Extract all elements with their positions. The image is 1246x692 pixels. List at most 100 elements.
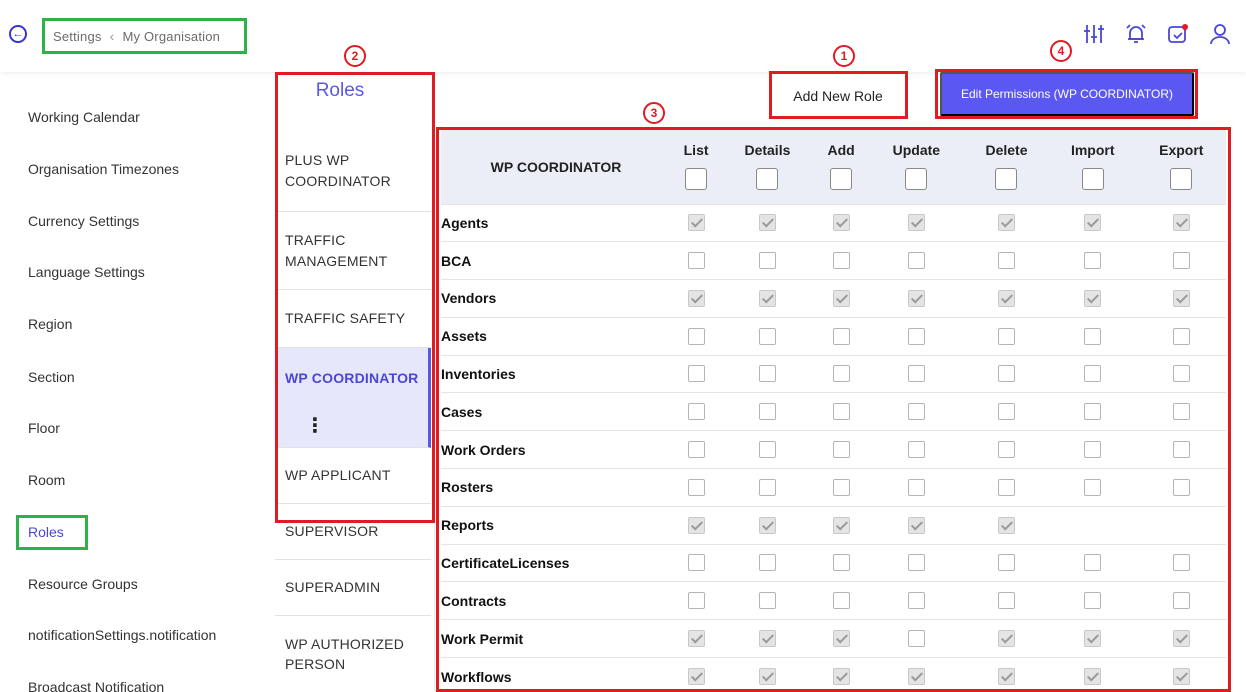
sidebar-item-room[interactable]: Room: [28, 472, 65, 488]
permission-checkbox[interactable]: [1172, 289, 1190, 307]
permission-checkbox[interactable]: [687, 592, 705, 610]
permission-checkbox[interactable]: [907, 592, 925, 610]
permission-checkbox[interactable]: [1084, 327, 1102, 345]
permission-checkbox[interactable]: [997, 667, 1015, 685]
permission-checkbox[interactable]: [907, 667, 925, 685]
select-all-checkbox[interactable]: [1170, 168, 1193, 190]
role-item-supervisor[interactable]: SUPERVISOR: [275, 504, 431, 560]
permission-checkbox[interactable]: [907, 251, 925, 269]
sidebar-item-organisation-timezones[interactable]: Organisation Timezones: [28, 161, 179, 177]
role-item-plus-wp-coordinator[interactable]: PLUS WP COORDINATOR: [275, 130, 431, 212]
select-all-checkbox[interactable]: [830, 168, 853, 190]
permission-checkbox[interactable]: [997, 251, 1015, 269]
sidebar-item-region[interactable]: Region: [28, 316, 72, 332]
kebab-menu-icon[interactable]: ⋮: [305, 412, 325, 441]
permission-checkbox[interactable]: [997, 403, 1015, 421]
permission-checkbox[interactable]: [1084, 214, 1102, 232]
permission-checkbox[interactable]: [832, 592, 850, 610]
permission-checkbox[interactable]: [1172, 629, 1190, 647]
permission-checkbox[interactable]: [758, 440, 776, 458]
permission-checkbox[interactable]: [758, 403, 776, 421]
permission-checkbox[interactable]: [1084, 629, 1102, 647]
sidebar-item-broadcast-notification[interactable]: Broadcast Notification: [28, 679, 164, 692]
sidebar-item-resource-groups[interactable]: Resource Groups: [28, 576, 138, 592]
permission-checkbox[interactable]: [1172, 478, 1190, 496]
permission-checkbox[interactable]: [1084, 403, 1102, 421]
permission-checkbox[interactable]: [907, 516, 925, 534]
permission-checkbox[interactable]: [687, 629, 705, 647]
permission-checkbox[interactable]: [758, 327, 776, 345]
breadcrumb-settings[interactable]: Settings: [53, 29, 102, 44]
permission-checkbox[interactable]: [758, 629, 776, 647]
permission-checkbox[interactable]: [832, 365, 850, 383]
permission-checkbox[interactable]: [832, 327, 850, 345]
permission-checkbox[interactable]: [687, 440, 705, 458]
sidebar-item-language-settings[interactable]: Language Settings: [28, 264, 145, 280]
permission-checkbox[interactable]: [687, 667, 705, 685]
permission-checkbox[interactable]: [1084, 667, 1102, 685]
permission-checkbox[interactable]: [907, 629, 925, 647]
permission-checkbox[interactable]: [997, 440, 1015, 458]
permission-checkbox[interactable]: [687, 251, 705, 269]
permission-checkbox[interactable]: [1084, 554, 1102, 572]
permission-checkbox[interactable]: [907, 554, 925, 572]
permission-checkbox[interactable]: [997, 289, 1015, 307]
permission-checkbox[interactable]: [832, 440, 850, 458]
role-item-wp-authorized-person[interactable]: WP AUTHORIZED PERSON: [275, 616, 431, 692]
permission-checkbox[interactable]: [687, 478, 705, 496]
permission-checkbox[interactable]: [687, 327, 705, 345]
role-item-traffic-safety[interactable]: TRAFFIC SAFETY: [275, 290, 431, 348]
permission-checkbox[interactable]: [1172, 327, 1190, 345]
permission-checkbox[interactable]: [1084, 365, 1102, 383]
permission-checkbox[interactable]: [832, 214, 850, 232]
permission-checkbox[interactable]: [758, 554, 776, 572]
permission-checkbox[interactable]: [1172, 554, 1190, 572]
permission-checkbox[interactable]: [758, 365, 776, 383]
permission-checkbox[interactable]: [758, 516, 776, 534]
permission-checkbox[interactable]: [907, 214, 925, 232]
permission-checkbox[interactable]: [907, 365, 925, 383]
permission-checkbox[interactable]: [1172, 365, 1190, 383]
sidebar-item-working-calendar[interactable]: Working Calendar: [28, 109, 140, 125]
permission-checkbox[interactable]: [687, 554, 705, 572]
sliders-icon[interactable]: [1082, 22, 1106, 46]
permission-checkbox[interactable]: [907, 327, 925, 345]
back-arrow-icon[interactable]: ←: [9, 25, 27, 43]
permission-checkbox[interactable]: [1084, 289, 1102, 307]
permission-checkbox[interactable]: [997, 327, 1015, 345]
permission-checkbox[interactable]: [907, 289, 925, 307]
sidebar-item-notification-settings[interactable]: notificationSettings.notification: [28, 627, 216, 643]
permission-checkbox[interactable]: [997, 554, 1015, 572]
permission-checkbox[interactable]: [758, 214, 776, 232]
permission-checkbox[interactable]: [687, 289, 705, 307]
permission-checkbox[interactable]: [907, 403, 925, 421]
permission-checkbox[interactable]: [758, 592, 776, 610]
permission-checkbox[interactable]: [997, 478, 1015, 496]
user-icon[interactable]: [1208, 22, 1232, 46]
permission-checkbox[interactable]: [758, 289, 776, 307]
permission-checkbox[interactable]: [1172, 251, 1190, 269]
select-all-checkbox[interactable]: [995, 168, 1018, 190]
sidebar-item-currency-settings[interactable]: Currency Settings: [28, 213, 139, 229]
permission-checkbox[interactable]: [997, 516, 1015, 534]
permission-checkbox[interactable]: [1084, 440, 1102, 458]
select-all-checkbox[interactable]: [685, 168, 708, 190]
breadcrumb-my-organisation[interactable]: My Organisation: [122, 29, 220, 44]
select-all-checkbox[interactable]: [905, 168, 928, 190]
sidebar-item-section[interactable]: Section: [28, 369, 75, 385]
permission-checkbox[interactable]: [907, 440, 925, 458]
permission-checkbox[interactable]: [1172, 592, 1190, 610]
permission-checkbox[interactable]: [687, 403, 705, 421]
permission-checkbox[interactable]: [997, 629, 1015, 647]
permission-checkbox[interactable]: [758, 478, 776, 496]
alarm-bell-icon[interactable]: [1124, 22, 1148, 46]
role-item-superadmin[interactable]: SUPERADMIN: [275, 560, 431, 616]
permission-checkbox[interactable]: [758, 251, 776, 269]
permission-checkbox[interactable]: [997, 214, 1015, 232]
permission-checkbox[interactable]: [832, 554, 850, 572]
permission-checkbox[interactable]: [1172, 403, 1190, 421]
permission-checkbox[interactable]: [832, 403, 850, 421]
permission-checkbox[interactable]: [832, 478, 850, 496]
permission-checkbox[interactable]: [832, 289, 850, 307]
permission-checkbox[interactable]: [758, 667, 776, 685]
